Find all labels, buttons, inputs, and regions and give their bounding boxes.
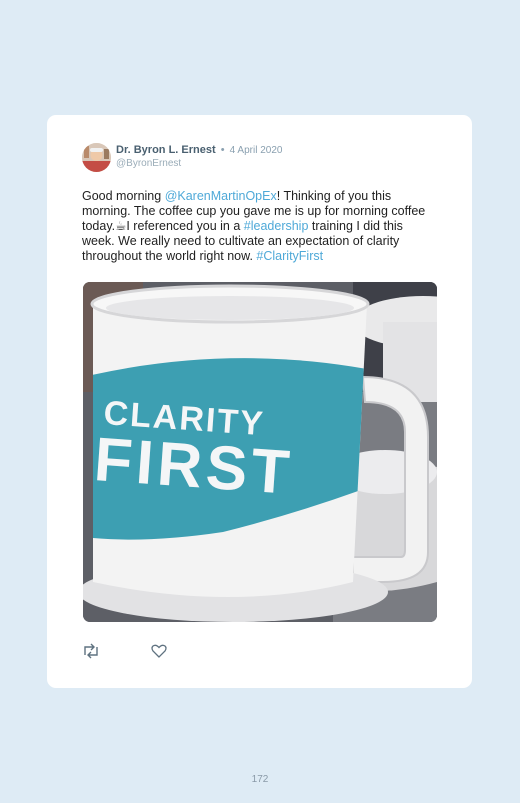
author-line: Dr. Byron L. Ernest • 4 April 2020	[116, 144, 282, 157]
author-name[interactable]: Dr. Byron L. Ernest	[116, 144, 216, 156]
tweet-text: Good morning @KarenMartinOpEx! Thinking …	[82, 189, 437, 264]
heart-icon[interactable]	[150, 643, 168, 659]
hashtag-link-clarityfirst[interactable]: #ClarityFirst	[256, 249, 323, 263]
author-block: Dr. Byron L. Ernest • 4 April 2020 @Byro…	[116, 144, 282, 170]
retweet-icon[interactable]	[82, 643, 100, 659]
tweet-photo[interactable]: CLARITY FIRST	[83, 282, 437, 622]
tweet-text-segment: Good morning	[82, 189, 165, 203]
page-number: 172	[251, 774, 269, 785]
tweet-date[interactable]: 4 April 2020	[230, 145, 283, 156]
tweet-card: Dr. Byron L. Ernest • 4 April 2020 @Byro…	[47, 115, 472, 688]
tweet-text-segment: I referenced you in a	[126, 219, 244, 233]
author-handle[interactable]: @ByronErnest	[116, 158, 282, 170]
tweet-header: Dr. Byron L. Ernest • 4 April 2020 @Byro…	[82, 143, 442, 173]
mug-text-first: FIRST	[92, 425, 295, 508]
avatar[interactable]	[82, 143, 111, 172]
separator-dot: •	[220, 144, 225, 156]
coffee-emoji: ☕	[115, 219, 127, 233]
hashtag-link-leadership[interactable]: #leadership	[244, 219, 309, 233]
tweet-actions	[82, 643, 202, 659]
mention-link[interactable]: @KarenMartinOpEx	[165, 189, 277, 203]
